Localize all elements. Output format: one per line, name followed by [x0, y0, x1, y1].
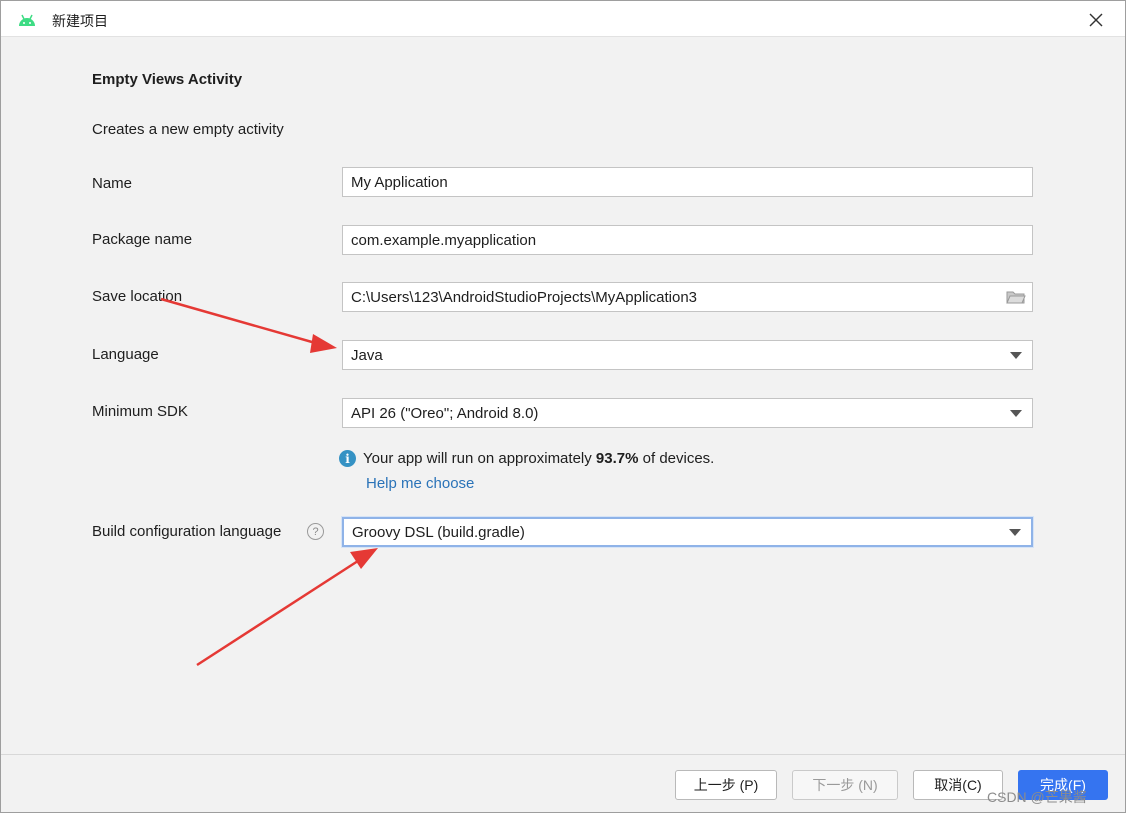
- chevron-down-icon: [1010, 409, 1022, 417]
- minimum-sdk-label: Minimum SDK: [92, 403, 188, 420]
- annotation-arrow: [160, 297, 337, 353]
- build-config-value: Groovy DSL (build.gradle): [352, 523, 525, 541]
- package-name-value: com.example.myapplication: [351, 231, 537, 249]
- minimum-sdk-value: API 26 ("Oreo"; Android 8.0): [351, 404, 539, 422]
- build-config-label: Build configuration language: [92, 523, 282, 540]
- info-percent: 93.7%: [595, 450, 639, 467]
- name-input-value: My Application: [351, 173, 448, 191]
- template-description: Creates a new empty activity: [92, 121, 284, 138]
- name-label: Name: [92, 175, 133, 192]
- template-heading: Empty Views Activity: [92, 71, 243, 88]
- save-location-value: C:\Users\123\AndroidStudioProjects\MyApp…: [351, 288, 698, 306]
- info-prefix: Your app will run on approximately: [363, 450, 592, 467]
- android-icon: [19, 14, 35, 26]
- chevron-down-icon: [1009, 528, 1021, 536]
- save-location-label: Save location: [92, 288, 183, 305]
- chevron-down-icon: [1010, 351, 1022, 359]
- build-config-select[interactable]: Groovy DSL (build.gradle): [342, 517, 1033, 547]
- window-title: 新建项目: [52, 13, 108, 29]
- save-location-input[interactable]: C:\Users\123\AndroidStudioProjects\MyApp…: [342, 282, 1033, 312]
- name-input[interactable]: My Application: [342, 167, 1033, 197]
- help-me-choose-link[interactable]: Help me choose: [366, 475, 474, 492]
- watermark: CSDN @芒果酱: [987, 789, 1087, 805]
- package-name-label: Package name: [92, 231, 193, 248]
- annotation-arrow: [196, 548, 378, 667]
- language-label: Language: [92, 346, 159, 363]
- close-icon: [1089, 13, 1103, 27]
- package-name-input[interactable]: com.example.myapplication: [342, 225, 1033, 255]
- previous-button[interactable]: 上一步 (P): [675, 770, 777, 800]
- language-value: Java: [351, 346, 383, 364]
- info-suffix: of devices.: [642, 450, 715, 467]
- footer-divider: [1, 754, 1125, 755]
- folder-icon[interactable]: [1006, 289, 1026, 305]
- new-project-dialog: 新建项目 Empty Views Activity Creates a new …: [0, 0, 1126, 813]
- close-button[interactable]: [1081, 7, 1111, 33]
- language-select[interactable]: Java: [342, 340, 1033, 370]
- title-bar: 新建项目: [1, 1, 1125, 37]
- next-button[interactable]: 下一步 (N): [792, 770, 898, 800]
- info-icon: i: [339, 450, 356, 467]
- help-question-icon[interactable]: ?: [307, 523, 324, 540]
- minimum-sdk-select[interactable]: API 26 ("Oreo"; Android 8.0): [342, 398, 1033, 428]
- device-coverage-info: i Your app will run on approximately 93.…: [339, 450, 714, 467]
